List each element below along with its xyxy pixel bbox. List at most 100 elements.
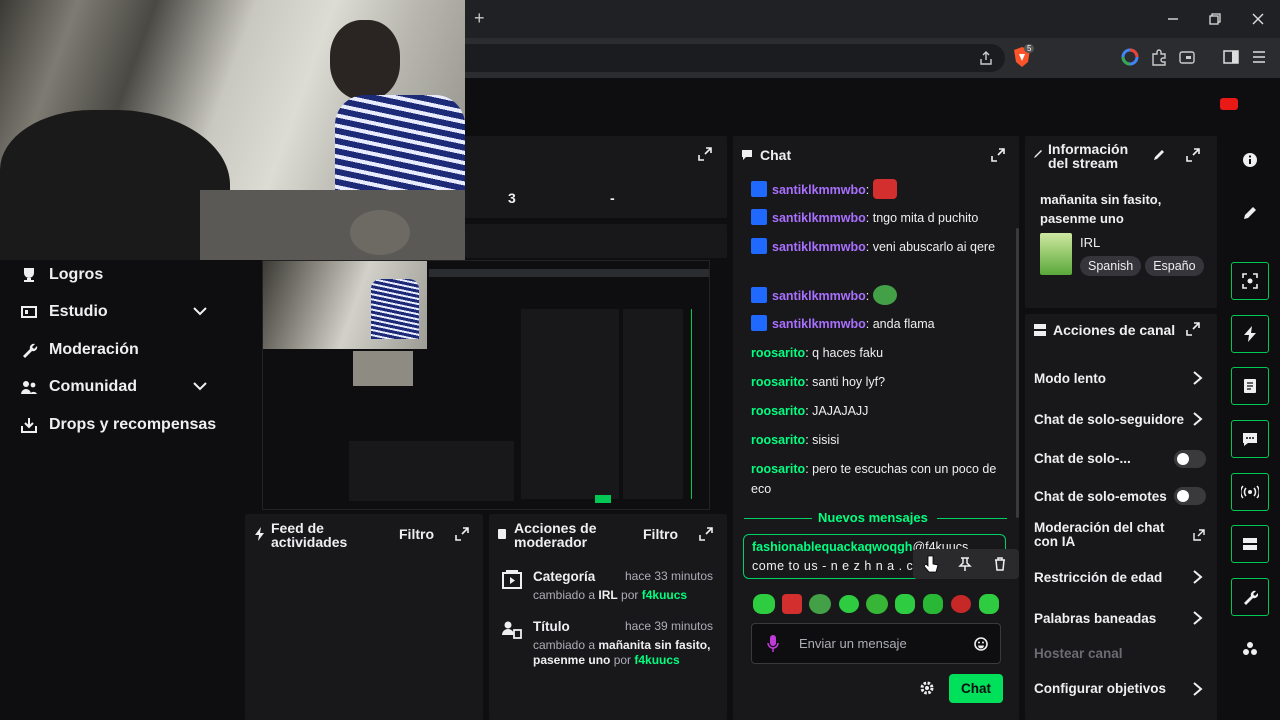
- mod-filter-button[interactable]: Filtro: [643, 526, 678, 542]
- browser-extension-color-icon[interactable]: [1121, 48, 1139, 66]
- chevron-right-icon[interactable]: [1192, 370, 1204, 386]
- rail-quick-action-button[interactable]: [1231, 315, 1269, 353]
- emote-icon[interactable]: [866, 594, 888, 614]
- pencil-small-icon: [1033, 149, 1043, 159]
- chevron-right-icon[interactable]: [1192, 411, 1204, 427]
- chevron-right-icon[interactable]: [1192, 569, 1204, 585]
- external-link-icon[interactable]: [1193, 529, 1205, 541]
- nav-item-drops[interactable]: Drops y recompensas: [18, 410, 216, 440]
- toggle-solo-subs[interactable]: [1174, 450, 1206, 468]
- chat-username[interactable]: roosarito: [751, 433, 805, 447]
- sidebar-toggle-icon[interactable]: [1222, 48, 1240, 66]
- chat-text: JAJAJAJJ: [812, 404, 869, 418]
- rail-actions-button[interactable]: [1231, 525, 1269, 563]
- nav-item-moderacion[interactable]: Moderación: [18, 335, 139, 365]
- popout-icon[interactable]: [697, 146, 713, 162]
- category-icon: [502, 570, 522, 590]
- chat-username[interactable]: santiklkmmwbo: [772, 211, 866, 225]
- chat-username[interactable]: roosarito: [751, 404, 805, 418]
- category-name[interactable]: IRL: [1080, 235, 1100, 250]
- action-ia-moderation[interactable]: Moderación del chat con IA: [1034, 521, 1174, 549]
- delete-icon[interactable]: [993, 557, 1007, 571]
- emote-icon[interactable]: [979, 594, 999, 614]
- tag-pill[interactable]: Spanish: [1080, 256, 1142, 276]
- edit-icon[interactable]: [1152, 148, 1166, 162]
- extensions-icon[interactable]: [1242, 641, 1258, 657]
- preview-toolbar: [429, 269, 709, 277]
- edit-icon[interactable]: [1242, 205, 1258, 221]
- detail-user[interactable]: f4kuucs: [642, 588, 687, 602]
- close-window-icon[interactable]: [1251, 12, 1265, 26]
- emote-icon[interactable]: [951, 595, 971, 613]
- chevron-right-icon[interactable]: [1192, 610, 1204, 626]
- share-icon[interactable]: [977, 49, 995, 67]
- webcam-table: [200, 190, 465, 260]
- webcam-overlay: [0, 0, 465, 260]
- minimize-icon[interactable]: [1166, 12, 1180, 26]
- angry-emote-icon[interactable]: [782, 594, 802, 614]
- emote-icon[interactable]: [809, 594, 831, 614]
- nav-item-estudio[interactable]: Estudio: [18, 297, 228, 327]
- info-icon[interactable]: [1242, 152, 1258, 168]
- stream-preview: [262, 260, 710, 510]
- send-chat-button[interactable]: Chat: [949, 674, 1003, 703]
- extensions-puzzle-icon[interactable]: [1150, 48, 1168, 66]
- detail-user[interactable]: f4kuucs: [634, 653, 679, 667]
- wallet-icon[interactable]: [1178, 48, 1196, 66]
- browser-menu-icon[interactable]: [1250, 48, 1268, 66]
- action-banned-words[interactable]: Palabras baneadas: [1034, 611, 1156, 626]
- microphone-icon[interactable]: [767, 635, 779, 653]
- chat-username[interactable]: santiklkmmwbo: [772, 317, 866, 331]
- emote-icon[interactable]: [753, 594, 775, 614]
- chat-username[interactable]: fashionablequackaqwoqgh: [752, 540, 912, 554]
- vip-badge-icon: [751, 181, 767, 197]
- new-tab-button[interactable]: +: [474, 9, 490, 27]
- chat-settings-icon[interactable]: [920, 681, 934, 695]
- tag-pill[interactable]: Españo: [1145, 256, 1204, 276]
- rail-notes-button[interactable]: [1231, 367, 1269, 405]
- popout-icon[interactable]: [698, 526, 714, 542]
- popout-icon[interactable]: [990, 147, 1006, 163]
- mod-entry-detail: cambiado a IRL por f4kuucs: [533, 588, 723, 603]
- mod-actions-panel: Acciones de moderador Filtro Categoría h…: [489, 514, 727, 720]
- new-messages-label[interactable]: Nuevos mensajes: [818, 510, 928, 525]
- chat-input[interactable]: Enviar un mensaje: [751, 623, 1001, 664]
- chevron-down-icon: [192, 303, 208, 319]
- action-solo-subs[interactable]: Chat de solo-...: [1034, 451, 1131, 466]
- nav-item-comunidad[interactable]: Comunidad: [18, 372, 228, 402]
- restore-icon[interactable]: [1208, 12, 1222, 26]
- nav-label: Logros: [49, 266, 104, 283]
- chat-username[interactable]: santiklkmmwbo: [772, 240, 866, 254]
- chat-username[interactable]: roosarito: [751, 346, 805, 360]
- brave-shield-icon[interactable]: 5: [1012, 44, 1035, 68]
- rail-clip-button[interactable]: [1231, 262, 1269, 300]
- nav-item-logros[interactable]: Logros: [18, 260, 103, 290]
- rail-chat-button[interactable]: [1231, 420, 1269, 458]
- popout-icon[interactable]: [1185, 147, 1201, 163]
- pin-icon[interactable]: [958, 557, 972, 571]
- address-bar[interactable]: [440, 44, 1005, 72]
- chat-username[interactable]: roosarito: [751, 375, 805, 389]
- action-solo-emotes[interactable]: Chat de solo-emotes: [1034, 489, 1167, 504]
- emote-icon[interactable]: [839, 595, 859, 613]
- emote-icon[interactable]: [895, 594, 915, 614]
- webcam-kettle: [350, 210, 410, 255]
- popout-icon[interactable]: [1185, 321, 1201, 337]
- webcam-head: [330, 20, 400, 100]
- chat-scrollbar[interactable]: [1016, 228, 1019, 518]
- rail-broadcast-button[interactable]: [1231, 473, 1269, 511]
- action-modo-lento[interactable]: Modo lento: [1034, 371, 1106, 386]
- chat-username[interactable]: roosarito: [751, 462, 805, 476]
- emote-icon[interactable]: [923, 594, 943, 614]
- action-solo-seguidores[interactable]: Chat de solo-seguidore: [1034, 412, 1184, 427]
- chat-username[interactable]: santiklkmmwbo: [772, 183, 866, 197]
- chat-username[interactable]: santiklkmmwbo: [772, 289, 866, 303]
- toggle-solo-emotes[interactable]: [1174, 487, 1206, 505]
- action-goals[interactable]: Configurar objetivos: [1034, 681, 1166, 696]
- rail-mod-button[interactable]: [1231, 578, 1269, 616]
- emote-picker-icon[interactable]: [974, 637, 988, 651]
- activity-filter-button[interactable]: Filtro: [399, 526, 434, 542]
- action-age-restriction[interactable]: Restricción de edad: [1034, 570, 1162, 585]
- chevron-right-icon[interactable]: [1192, 681, 1204, 697]
- popout-icon[interactable]: [454, 526, 470, 542]
